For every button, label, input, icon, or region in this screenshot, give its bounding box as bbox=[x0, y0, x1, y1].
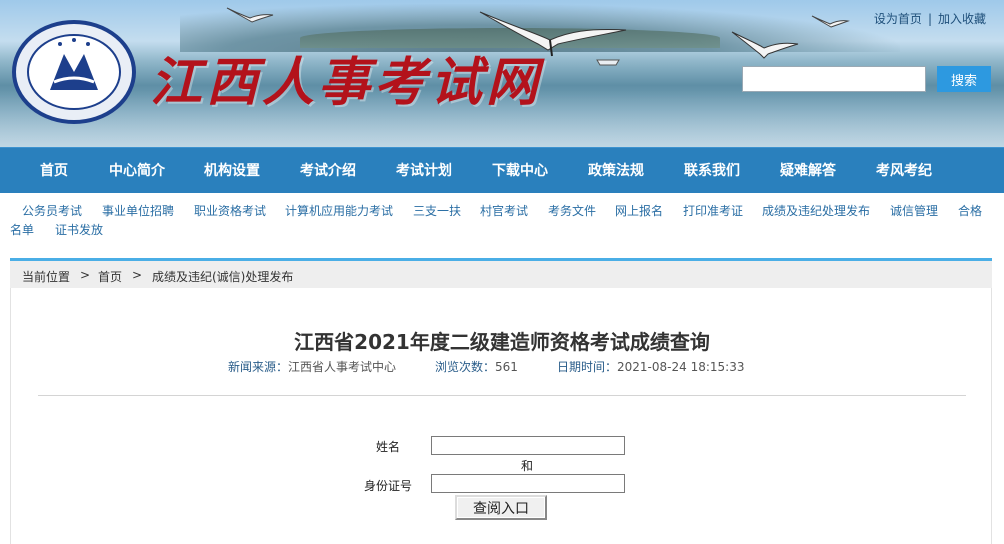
nav-item-downloads[interactable]: 下载中心 bbox=[492, 148, 548, 194]
nav-item-about[interactable]: 中心简介 bbox=[109, 148, 165, 194]
date-value: 2021-08-24 18:15:33 bbox=[617, 360, 745, 374]
article-source: 新闻来源：江西省人事考试中心 bbox=[228, 358, 396, 375]
breadcrumb-home[interactable]: 首页 bbox=[98, 268, 122, 285]
search-input[interactable] bbox=[742, 66, 926, 92]
subnav-item-admission-ticket[interactable]: 打印准考证 bbox=[683, 202, 743, 219]
name-label: 姓名 bbox=[376, 440, 401, 454]
emblem-icon bbox=[12, 20, 136, 124]
and-text: 和 bbox=[521, 459, 534, 473]
subnav-item-sanzhi-yifu[interactable]: 三支一扶 bbox=[413, 202, 461, 219]
subnav-item-integrity[interactable]: 诚信管理 bbox=[890, 202, 938, 219]
subnav-item-civil-service[interactable]: 公务员考试 bbox=[22, 202, 82, 219]
subnav-item-qualification[interactable]: 职业资格考试 bbox=[194, 202, 266, 219]
nav-item-faq[interactable]: 疑难解答 bbox=[780, 148, 836, 194]
subnav-item-qualified[interactable]: 合格 bbox=[958, 202, 982, 219]
id-number-label: 身份证号 bbox=[364, 479, 413, 493]
name-field[interactable] bbox=[431, 436, 625, 455]
nav-item-exam-intro[interactable]: 考试介绍 bbox=[300, 148, 356, 194]
boat-icon bbox=[596, 59, 620, 66]
date-label: 日期时间： bbox=[557, 360, 618, 374]
views-label: 浏览次数： bbox=[435, 360, 496, 374]
divider bbox=[38, 395, 966, 396]
link-separator: | bbox=[927, 12, 932, 26]
query-submit-button[interactable]: 查阅入口 bbox=[455, 495, 547, 520]
id-number-field[interactable] bbox=[431, 474, 625, 493]
subnav-item-computer-skills[interactable]: 计算机应用能力考试 bbox=[285, 202, 393, 219]
breadcrumb-prefix: 当前位置 bbox=[22, 270, 71, 284]
set-home-link[interactable]: 设为首页 bbox=[874, 12, 922, 26]
nav-item-policies[interactable]: 政策法规 bbox=[588, 148, 644, 194]
search-button[interactable]: 搜索 bbox=[937, 66, 991, 92]
nav-item-discipline[interactable]: 考风考纪 bbox=[876, 148, 932, 194]
subnav-item-list[interactable]: 名单 bbox=[10, 221, 34, 238]
subnav-item-public-institution[interactable]: 事业单位招聘 bbox=[102, 202, 174, 219]
crane-icon bbox=[811, 15, 850, 28]
crane-icon bbox=[226, 7, 274, 23]
sub-nav: 公务员考试 事业单位招聘 职业资格考试 计算机应用能力考试 三支一扶 村官考试 … bbox=[0, 197, 1004, 241]
main-nav: 首页 中心简介 机构设置 考试介绍 考试计划 下载中心 政策法规 联系我们 疑难… bbox=[0, 147, 1004, 193]
subnav-item-village-official[interactable]: 村官考试 bbox=[480, 202, 528, 219]
nav-item-contact[interactable]: 联系我们 bbox=[684, 148, 740, 194]
subnav-item-results[interactable]: 成绩及违纪处理发布 bbox=[762, 202, 870, 219]
article-views: 浏览次数：561 bbox=[435, 358, 518, 375]
breadcrumb-arrow: > bbox=[132, 268, 143, 282]
nav-item-home[interactable]: 首页 bbox=[40, 148, 68, 194]
add-favorite-link[interactable]: 加入收藏 bbox=[938, 12, 986, 26]
source-label: 新闻来源： bbox=[228, 360, 289, 374]
site-name: 江西人事考试网 bbox=[150, 52, 543, 113]
top-links: 设为首页 | 加入收藏 bbox=[874, 10, 986, 27]
subnav-item-exam-documents[interactable]: 考务文件 bbox=[548, 202, 596, 219]
subnav-item-online-registration[interactable]: 网上报名 bbox=[615, 202, 663, 219]
breadcrumb: 当前位置 > 首页 > 成绩及违纪(诚信)处理发布 bbox=[10, 258, 992, 288]
article-title: 江西省2021年度二级建造师资格考试成绩查询 bbox=[294, 330, 710, 354]
breadcrumb-arrow: > bbox=[80, 268, 91, 282]
source-value: 江西省人事考试中心 bbox=[288, 360, 397, 374]
nav-item-organization[interactable]: 机构设置 bbox=[204, 148, 260, 194]
header-banner: 江西人事考试网 设为首页 | 加入收藏 搜索 bbox=[0, 0, 1004, 147]
nav-item-exam-plan[interactable]: 考试计划 bbox=[396, 148, 452, 194]
breadcrumb-current[interactable]: 成绩及违纪(诚信)处理发布 bbox=[152, 268, 293, 285]
views-value: 561 bbox=[495, 360, 518, 374]
crane-icon bbox=[731, 31, 799, 59]
article-date: 日期时间：2021-08-24 18:15:33 bbox=[557, 358, 744, 375]
subnav-item-certificate[interactable]: 证书发放 bbox=[55, 221, 103, 238]
